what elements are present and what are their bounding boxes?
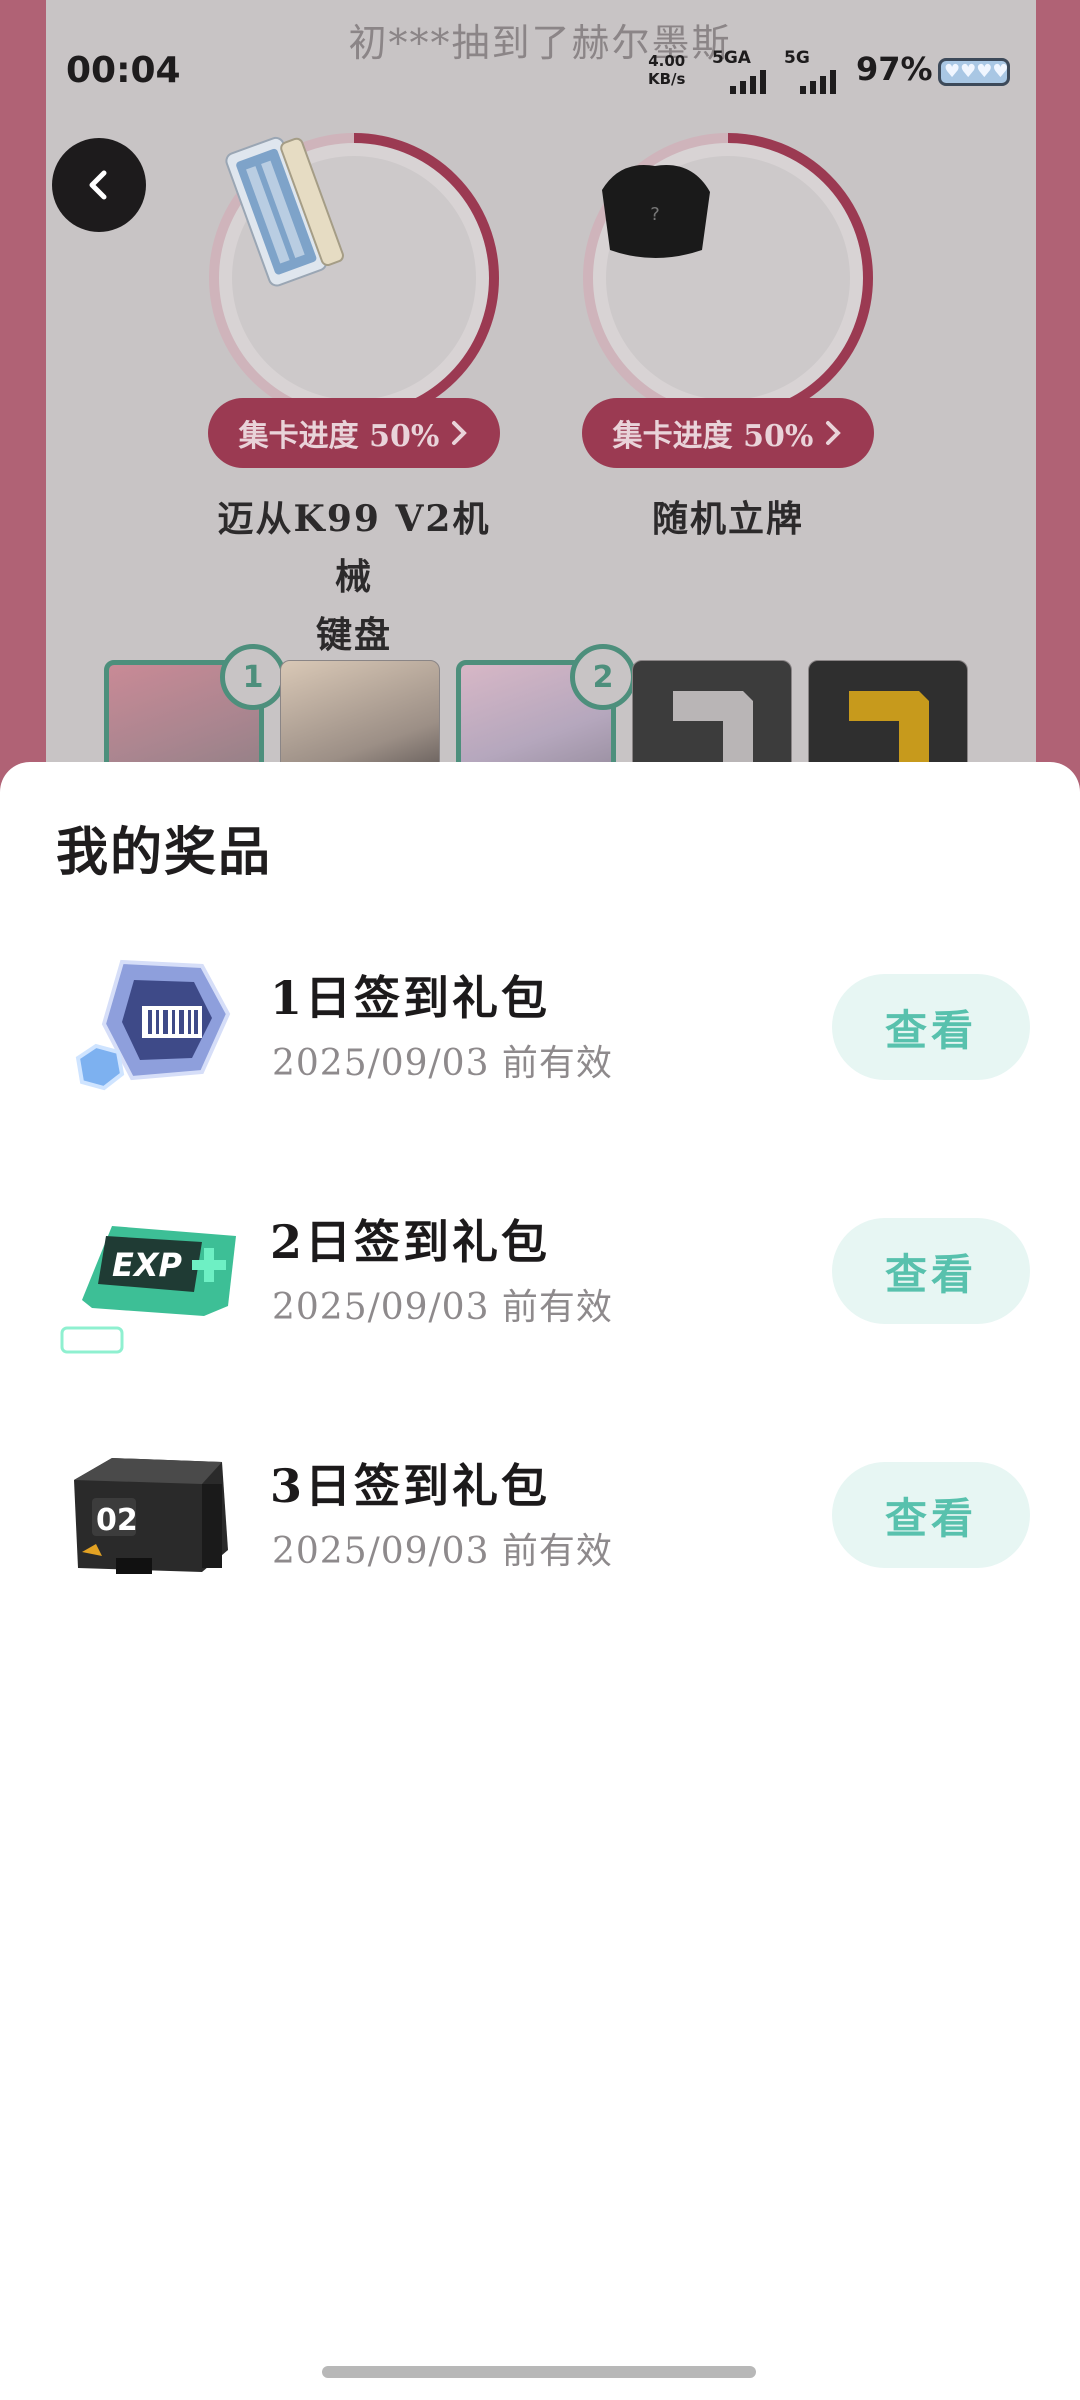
network-speed-value: 4.00 (648, 52, 686, 70)
prize-name: 3日签到礼包 (270, 1459, 551, 1513)
chevron-left-icon (89, 170, 107, 200)
sheet-title: 我的奖品 (56, 822, 273, 883)
character-count-badge: 1 (220, 644, 286, 710)
prize-name: 随机立牌 (580, 490, 876, 548)
prize-expiry: 2025/09/03 前有效 (272, 1043, 613, 1084)
supply-box-icon: 02 (74, 1458, 228, 1574)
prize-name: 迈从K99 V2机械 键盘 (206, 490, 502, 664)
my-prizes-sheet: 我的奖品 1日签到礼包 2025/09/03 前有效 查看 EXP 2日签到礼包… (0, 762, 1080, 2400)
view-button[interactable]: 查看 (832, 1218, 1030, 1324)
signal-label-5ga: 5GA (712, 48, 751, 68)
prize-expiry: 2025/09/03 前有效 (272, 1531, 613, 1572)
prize-card-stand[interactable]: ? 集卡进度 50% 随机立牌 (580, 130, 876, 540)
signal-bars-icon (800, 70, 836, 94)
collect-progress-label: 集卡进度 50% (612, 419, 814, 454)
prize-name: 2日签到礼包 (270, 1215, 551, 1269)
progress-ring (206, 130, 502, 426)
background-page: 初***抽到了赫尔墨斯 00:04 4.00 KB/s 5GA 5G 97% ♥… (0, 0, 1080, 800)
status-bar: 00:04 4.00 KB/s 5GA 5G 97% ♥ ♥ ♥ ♥ (0, 48, 1080, 96)
character-count-badge: 2 (570, 644, 636, 710)
battery-percent: 97% (856, 50, 933, 88)
crystal-card-icon (75, 959, 231, 1091)
mystery-stand-image: ? (602, 165, 710, 258)
prize-card-keyboard[interactable]: 集卡进度 50% 迈从K99 V2机械 键盘 (206, 130, 502, 656)
battery-icon: ♥ ♥ ♥ ♥ (938, 58, 1010, 86)
svg-text:EXP: EXP (112, 1246, 183, 1284)
chevron-right-icon (452, 421, 468, 445)
prize-expiry: 2025/09/03 前有效 (272, 1287, 613, 1328)
back-button[interactable] (52, 138, 146, 232)
network-speed-unit: KB/s (648, 70, 686, 88)
prize-list-item: 1日签到礼包 2025/09/03 前有效 查看 (0, 952, 1080, 1112)
signal-label-5g: 5G (784, 48, 810, 68)
svg-text:02: 02 (96, 1503, 138, 1538)
collect-progress-button[interactable]: 集卡进度 50% (208, 398, 500, 468)
collect-progress-button[interactable]: 集卡进度 50% (582, 398, 874, 468)
status-time: 00:04 (66, 50, 181, 91)
prize-list-item: 02 3日签到礼包 2025/09/03 前有效 查看 (0, 1440, 1080, 1600)
network-speed: 4.00 KB/s (648, 52, 685, 88)
prize-name-line: 随机立牌 (651, 498, 804, 540)
keyboard-image (225, 136, 344, 287)
home-indicator[interactable] (322, 2366, 756, 2378)
chevron-right-icon (826, 421, 842, 445)
exp-card-icon: EXP (60, 1226, 236, 1354)
signal-bars-icon (730, 70, 766, 94)
view-button[interactable]: 查看 (832, 974, 1030, 1080)
progress-ring: ? (580, 130, 876, 426)
prize-name-line: 迈从K99 V2机械 (217, 498, 491, 598)
prize-name: 1日签到礼包 (270, 971, 551, 1025)
svg-text:?: ? (650, 204, 660, 225)
view-button[interactable]: 查看 (832, 1462, 1030, 1568)
collect-progress-label: 集卡进度 50% (238, 419, 440, 454)
prize-list-item: EXP 2日签到礼包 2025/09/03 前有效 查看 (0, 1196, 1080, 1356)
